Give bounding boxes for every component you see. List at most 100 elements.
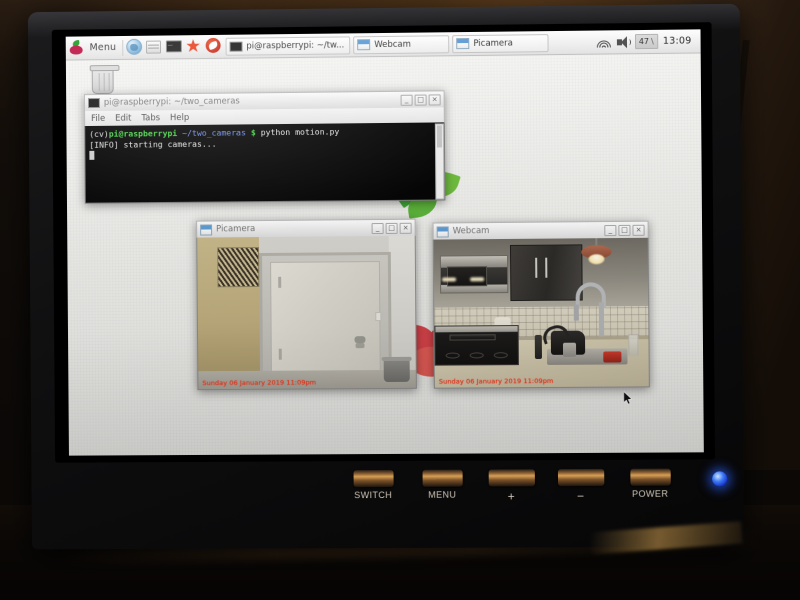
button-label: SWITCH (354, 489, 393, 501)
terminal-venv: (cv) (89, 128, 109, 139)
window-buttons: _ □ × (371, 222, 412, 234)
mouse-cursor (623, 391, 633, 404)
monitor: Menu pi@raspberrypi: ~/tw... Webcam (27, 3, 744, 555)
terminal-icon (229, 41, 243, 52)
taskbar-window-terminal[interactable]: pi@raspberrypi: ~/tw... (225, 35, 351, 56)
maximize-button[interactable]: □ (618, 224, 631, 236)
raspberry-pi-desktop-screen: Menu pi@raspberrypi: ~/tw... Webcam (65, 29, 704, 456)
button-cap (488, 469, 535, 487)
jar (562, 342, 577, 357)
taskbar-separator (122, 39, 124, 56)
taskbar-window-picamera[interactable]: Picamera (452, 33, 549, 53)
stove (434, 325, 519, 366)
switch-button[interactable]: SWITCH (350, 469, 397, 501)
camera-window-icon (436, 225, 449, 238)
clock[interactable]: 13:09 (663, 35, 694, 46)
minimize-button[interactable]: _ (371, 222, 384, 234)
power-button[interactable]: POWER (626, 468, 674, 499)
menu-item-file[interactable]: File (91, 113, 105, 123)
button-cap (629, 468, 671, 486)
trash-can (383, 359, 410, 383)
picamera-timestamp-overlay: Sunday 06 January 2019 11:09pm (202, 378, 317, 388)
button-cap (557, 468, 604, 487)
minus-button[interactable]: − (557, 468, 605, 504)
terminal-command: python motion.py (260, 126, 340, 138)
minimize-button[interactable]: _ (604, 224, 617, 236)
cpu-monitor[interactable]: 47 \ (634, 33, 658, 50)
menu-item-tabs[interactable]: Tabs (141, 113, 160, 123)
webcam-video-feed: Sunday 06 January 2019 11:09pm (432, 237, 650, 389)
taskbar-window-webcam[interactable]: Webcam (353, 34, 450, 54)
web-browser-icon[interactable] (126, 38, 143, 56)
button-label: − (576, 489, 585, 504)
light-switch (375, 312, 382, 322)
maximize-button[interactable]: □ (385, 222, 398, 234)
window-buttons: _ □ × (400, 93, 441, 106)
menu-item-edit[interactable]: Edit (115, 113, 131, 123)
camera-window-icon (456, 38, 470, 50)
picamera-window[interactable]: Picamera _ □ × Sunday 06 January 2019 11… (196, 218, 417, 391)
terminal-path: ~/two_cameras (182, 127, 246, 139)
button-label: POWER (632, 488, 669, 499)
terminal-icon (87, 98, 100, 109)
terminal-user: pi@raspberrypi (108, 128, 178, 139)
monitor-bezel: Menu pi@raspberrypi: ~/tw... Webcam (51, 22, 715, 463)
mathematica-icon[interactable] (186, 38, 203, 55)
taskbar-window-label: Picamera (473, 38, 513, 49)
webcam-titlebar[interactable]: Webcam _ □ × (432, 220, 649, 240)
close-button[interactable]: × (428, 93, 441, 106)
system-tray: 47 \ 13:09 (596, 33, 697, 50)
door (270, 261, 381, 387)
wifi-icon[interactable] (596, 36, 612, 48)
terminal-title: pi@raspberrypi: ~/two_cameras (103, 96, 240, 108)
wall-vent (217, 247, 260, 288)
button-label: + (507, 489, 516, 504)
red-container (603, 351, 622, 363)
menu-button[interactable]: MENU (419, 469, 466, 500)
terminal-prompt-symbol: $ (250, 127, 256, 138)
webcam-timestamp-overlay: Sunday 06 January 2019 11:09pm (438, 376, 554, 386)
terminal-window[interactable]: pi@raspberrypi: ~/two_cameras _ □ × File… (83, 90, 446, 204)
menu-item-help[interactable]: Help (170, 113, 189, 123)
raspberry-menu-icon[interactable] (69, 39, 84, 55)
button-cap (353, 469, 394, 488)
close-button[interactable]: × (632, 224, 645, 236)
webcam-scene (433, 237, 649, 388)
taskbar-window-label: pi@raspberrypi: ~/tw... (246, 39, 345, 52)
power-led-wrap (696, 468, 744, 487)
desktop[interactable]: Wast pi@raspberrypi: ~/two_cameras _ □ × (65, 53, 704, 456)
microwave (439, 254, 509, 294)
taskbar-window-label: Webcam (374, 39, 412, 50)
photograph-scene: Menu pi@raspberrypi: ~/tw... Webcam (0, 0, 800, 600)
minimize-button[interactable]: _ (400, 94, 413, 106)
window-buttons: _ □ × (604, 224, 645, 236)
picamera-video-feed: Sunday 06 January 2019 11:09pm (196, 235, 417, 391)
cpu-value: 47 (638, 36, 650, 47)
file-manager-icon[interactable] (145, 39, 163, 56)
under-cabinet-light (442, 277, 457, 282)
maximize-button[interactable]: □ (414, 94, 427, 106)
webcam-window[interactable]: Webcam _ □ × Sunday 06 January 2019 11:0… (432, 220, 650, 389)
power-led (712, 471, 728, 487)
drinking-glass (628, 334, 639, 357)
camera-window-icon (357, 39, 371, 51)
camera-window-icon (200, 223, 213, 236)
webcam-title: Webcam (452, 226, 490, 237)
button-label: MENU (428, 489, 457, 500)
close-button[interactable]: × (399, 222, 412, 234)
picamera-scene (197, 235, 417, 390)
door-handle (354, 336, 366, 344)
terminal-scrollbar[interactable] (434, 123, 445, 200)
wastebasket-glyph (91, 67, 114, 95)
speaker-icon[interactable] (616, 35, 631, 48)
menu-button[interactable]: Menu (87, 42, 120, 53)
terminal-icon[interactable] (165, 38, 183, 55)
cpu-spark: \ (651, 36, 654, 46)
button-cap (422, 469, 463, 487)
plus-button[interactable]: + (488, 469, 535, 503)
terminal-output[interactable]: (cv)pi@raspberrypi ~/two_cameras $ pytho… (84, 122, 446, 204)
soap-bottle (534, 334, 542, 360)
pendant-light (581, 238, 612, 265)
picamera-titlebar[interactable]: Picamera _ □ × (196, 218, 416, 238)
wolfram-icon[interactable] (205, 37, 223, 55)
